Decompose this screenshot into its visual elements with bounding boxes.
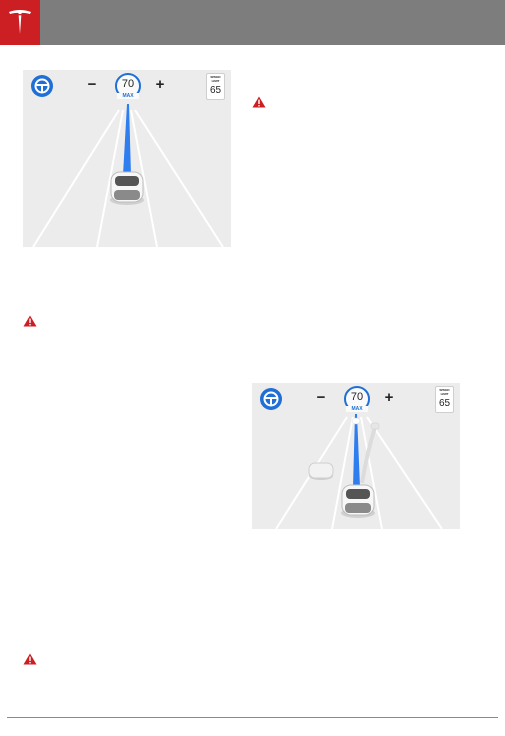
steering-wheel-icon bbox=[263, 391, 279, 407]
tesla-logo-badge bbox=[0, 0, 40, 45]
autopilot-display: − 70 MAX + SPEED LIMIT 65 bbox=[23, 70, 231, 247]
speed-limit-sign: SPEED LIMIT 65 bbox=[435, 386, 454, 413]
set-speed-unit: MAX bbox=[117, 93, 139, 99]
autosteer-path bbox=[123, 104, 131, 175]
vehicle-icon bbox=[341, 484, 375, 518]
warning-triangle-icon bbox=[23, 315, 37, 327]
autosteer-button[interactable] bbox=[260, 388, 282, 410]
set-speed-unit: MAX bbox=[346, 406, 368, 412]
steering-wheel-icon bbox=[34, 78, 50, 94]
speed-limit-label: SPEED LIMIT bbox=[439, 388, 450, 396]
set-speed-value: 70 bbox=[350, 391, 364, 403]
set-speed-indicator: 70 MAX bbox=[344, 386, 370, 412]
increase-speed-button[interactable]: + bbox=[152, 75, 168, 95]
footer-divider bbox=[7, 717, 498, 718]
speed-limit-label: SPEED LIMIT bbox=[210, 75, 221, 83]
tesla-logo-icon bbox=[9, 10, 31, 34]
speed-limit-sign: SPEED LIMIT 65 bbox=[206, 73, 225, 100]
decrease-speed-button[interactable]: − bbox=[84, 75, 100, 95]
autopilot-display: − 70 MAX + SPEED LIMIT 65 bbox=[252, 383, 460, 529]
vehicle-icon bbox=[370, 422, 380, 430]
increase-speed-button[interactable]: + bbox=[381, 388, 397, 408]
warning-triangle-icon bbox=[23, 653, 37, 665]
vehicle-icon bbox=[110, 171, 144, 205]
set-speed-indicator: 70 MAX bbox=[115, 73, 141, 99]
set-speed-value: 70 bbox=[121, 78, 135, 90]
page-header-bar bbox=[0, 0, 505, 45]
speed-limit-value: 65 bbox=[438, 398, 451, 409]
speed-limit-value: 65 bbox=[209, 85, 222, 96]
autosteer-button[interactable] bbox=[31, 75, 53, 97]
autosteer-path bbox=[353, 414, 360, 487]
decrease-speed-button[interactable]: − bbox=[313, 388, 329, 408]
warning-triangle-icon bbox=[252, 96, 266, 108]
vehicle-icon bbox=[308, 462, 334, 480]
